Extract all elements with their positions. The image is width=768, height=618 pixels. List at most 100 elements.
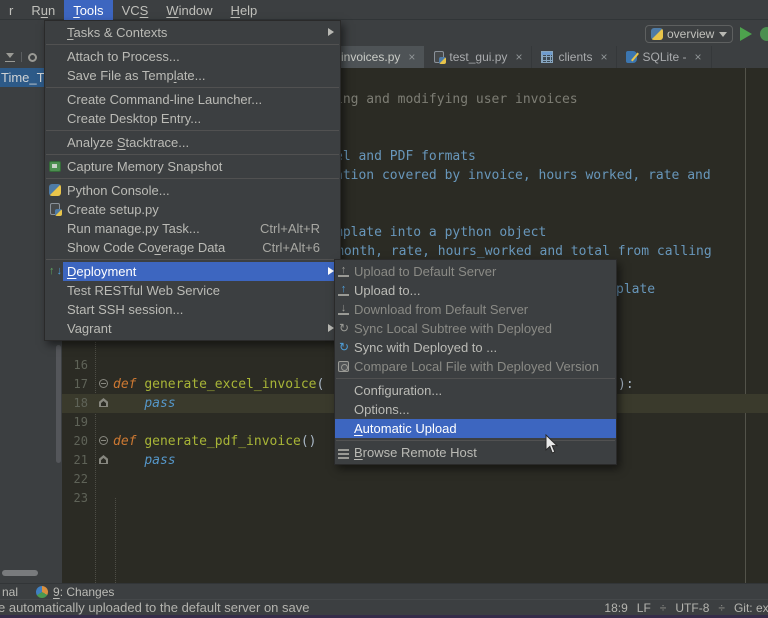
tools-menu-item-deployment[interactable]: Deployment: [45, 262, 340, 281]
tab-close-icon[interactable]: ×: [515, 50, 522, 64]
deployment-menu-item-configuration[interactable]: Configuration...: [335, 381, 616, 400]
menubar-item-help[interactable]: Help: [222, 0, 267, 20]
code-token: def: [113, 377, 145, 392]
tools-menu-item-python-console[interactable]: Python Console...: [45, 181, 340, 200]
project-horizontal-scrollbar[interactable]: [2, 570, 38, 576]
tools-menu-item-save-file-as-template[interactable]: Save File as Template...: [45, 66, 340, 85]
code-line: pass: [113, 451, 176, 470]
menu-item-label: Start SSH session...: [67, 302, 184, 317]
menu-item-label: Upload to...: [354, 283, 421, 298]
code-token: pass: [144, 396, 176, 411]
widget-divider-icon: ÷: [659, 600, 667, 615]
menubar-item-vcs[interactable]: VCS: [113, 0, 158, 20]
fold-marker-end[interactable]: [99, 394, 108, 407]
code-fragment: ing and modifying user invoices: [335, 92, 578, 107]
line-number: 19: [73, 415, 88, 429]
status-bar: e automatically uploaded to the default …: [0, 599, 768, 615]
deployment-menu-item-upload-to[interactable]: ↑ Upload to...: [335, 281, 616, 300]
code-token: (: [316, 377, 325, 392]
menubar-item-tools[interactable]: Tools: [64, 0, 113, 20]
encoding-widget[interactable]: UTF-8: [675, 601, 709, 615]
vcs-branch-widget[interactable]: Git: expo: [734, 601, 768, 615]
tools-menu-item-create-setup-py[interactable]: Create setup.py: [45, 200, 340, 219]
deployment-menu-item-browse-remote-host[interactable]: Browse Remote Host: [335, 443, 616, 462]
menu-item-label: Show Code Coverage Data: [67, 240, 226, 255]
tools-menu-item-start-ssh-session[interactable]: Start SSH session...: [45, 300, 340, 319]
tab-label: invoices.py: [341, 50, 401, 64]
code-fragment: ):: [618, 377, 634, 392]
fold-marker-start[interactable]: [99, 375, 108, 388]
tools-menu-item-tasks-contexts[interactable]: Tasks & Contexts: [45, 23, 340, 42]
menu-item-label: Analyze Stacktrace...: [67, 135, 190, 150]
tab-close-icon[interactable]: ×: [600, 50, 607, 64]
deployment-menu-item-sync-with-deployed-to[interactable]: ↻ Sync with Deployed to ...: [335, 338, 616, 357]
menu-separator: [46, 259, 339, 260]
line-number: 18: [73, 396, 88, 410]
debug-icon[interactable]: [760, 27, 768, 41]
fold-marker-start[interactable]: [99, 432, 108, 445]
line-separator-widget[interactable]: LF: [637, 601, 651, 615]
fold-end-icon: [99, 398, 108, 407]
project-vertical-scrollbar[interactable]: [56, 345, 61, 463]
menubar-item-run[interactable]: Run: [22, 0, 64, 20]
tab-close-icon[interactable]: ×: [695, 50, 702, 64]
code-token: pass: [144, 453, 176, 468]
deployment-menu-item-options[interactable]: Options...: [335, 400, 616, 419]
deployment-menu-item-automatic-upload[interactable]: Automatic Upload: [335, 419, 616, 438]
memory-snapshot-icon: [49, 161, 61, 172]
tab-test-gui-py[interactable]: test_gui.py ×: [424, 46, 533, 68]
tools-menu-item-attach-to-process[interactable]: Attach to Process...: [45, 47, 340, 66]
menubar-item-r: r: [9, 2, 14, 18]
sync-color-icon: ↻: [338, 340, 350, 354]
status-message: e automatically uploaded to the default …: [0, 600, 310, 615]
code-token: def: [113, 434, 145, 449]
caret-position-widget[interactable]: 18:9: [604, 601, 627, 615]
deployment-menu-item-download-from-default-server[interactable]: ↓ Download from Default Server: [335, 300, 616, 319]
menu-item-label: Configuration...: [354, 383, 443, 398]
tools-menu-item-capture-memory-snapshot[interactable]: Capture Memory Snapshot: [45, 157, 340, 176]
tools-menu-item-vagrant[interactable]: Vagrant: [45, 319, 340, 338]
menubar-item-window[interactable]: Window: [157, 0, 221, 20]
code-token: generate_pdf_invoice: [144, 434, 301, 449]
menu-separator: [46, 178, 339, 179]
tools-menu-item-test-restful-web-service[interactable]: Test RESTful Web Service: [45, 281, 340, 300]
collapse-all-icon[interactable]: [5, 52, 15, 62]
line-number: 20: [73, 434, 88, 448]
tab-clients[interactable]: clients ×: [532, 46, 618, 68]
menu-item-label: Create Desktop Entry...: [67, 111, 202, 126]
tab-label: SQLite -: [642, 50, 687, 64]
toolwindow-terminal-button[interactable]: nal: [2, 585, 18, 599]
run-config-selector[interactable]: overview: [645, 25, 733, 43]
tools-menu-item-create-desktop-entry[interactable]: Create Desktop Entry...: [45, 109, 340, 128]
deployment-submenu: ↑ Upload to Default Server ↑ Upload to... ↓ D…: [334, 259, 617, 465]
code-fragment: plate: [616, 282, 656, 297]
line-number: 21: [73, 453, 88, 467]
line-number: 22: [73, 472, 88, 486]
menu-separator: [46, 44, 339, 45]
tools-menu-item-run-manage-py-task[interactable]: Run manage.py Task... Ctrl+Alt+R: [45, 219, 340, 238]
fold-collapse-icon: [99, 436, 108, 445]
deployment-menu-item-sync-local-subtree-with-deployed[interactable]: ↻ Sync Local Subtree with Deployed: [335, 319, 616, 338]
gear-icon[interactable]: [28, 52, 37, 62]
menu-item-label: Deployment: [67, 264, 137, 279]
tab-sqlite[interactable]: SQLite - ×: [617, 46, 712, 68]
deployment-menu-item-upload-to-default-server[interactable]: ↑ Upload to Default Server: [335, 262, 616, 281]
menu-separator: [46, 87, 339, 88]
toolwindow-changes-button[interactable]: 9: Changes: [36, 585, 114, 599]
menu-item-label: Attach to Process...: [67, 49, 180, 64]
tools-menu-item-show-code-coverage-data[interactable]: Show Code Coverage Data Ctrl+Alt+6: [45, 238, 340, 257]
pycharm-window: r Run Tools VCS Window Help overview Time_Tr …: [0, 0, 768, 618]
changes-label: 9: Changes: [53, 584, 115, 599]
menu-item-label: Tasks & Contexts: [67, 25, 168, 40]
sqlite-icon: [626, 51, 638, 63]
python-console-icon: [49, 184, 61, 196]
menu-item-label: Vagrant: [67, 321, 112, 336]
run-button[interactable]: [740, 27, 752, 41]
tools-menu-item-analyze-stacktrace[interactable]: Analyze Stacktrace...: [45, 133, 340, 152]
tab-close-icon[interactable]: ×: [408, 50, 415, 64]
deployment-menu-item-compare-local-file-with-deployed-version[interactable]: Compare Local File with Deployed Version: [335, 357, 616, 376]
fold-marker-end[interactable]: [99, 451, 108, 464]
changes-icon: [36, 585, 49, 598]
tools-menu-item-create-command-line-launcher[interactable]: Create Command-line Launcher...: [45, 90, 340, 109]
